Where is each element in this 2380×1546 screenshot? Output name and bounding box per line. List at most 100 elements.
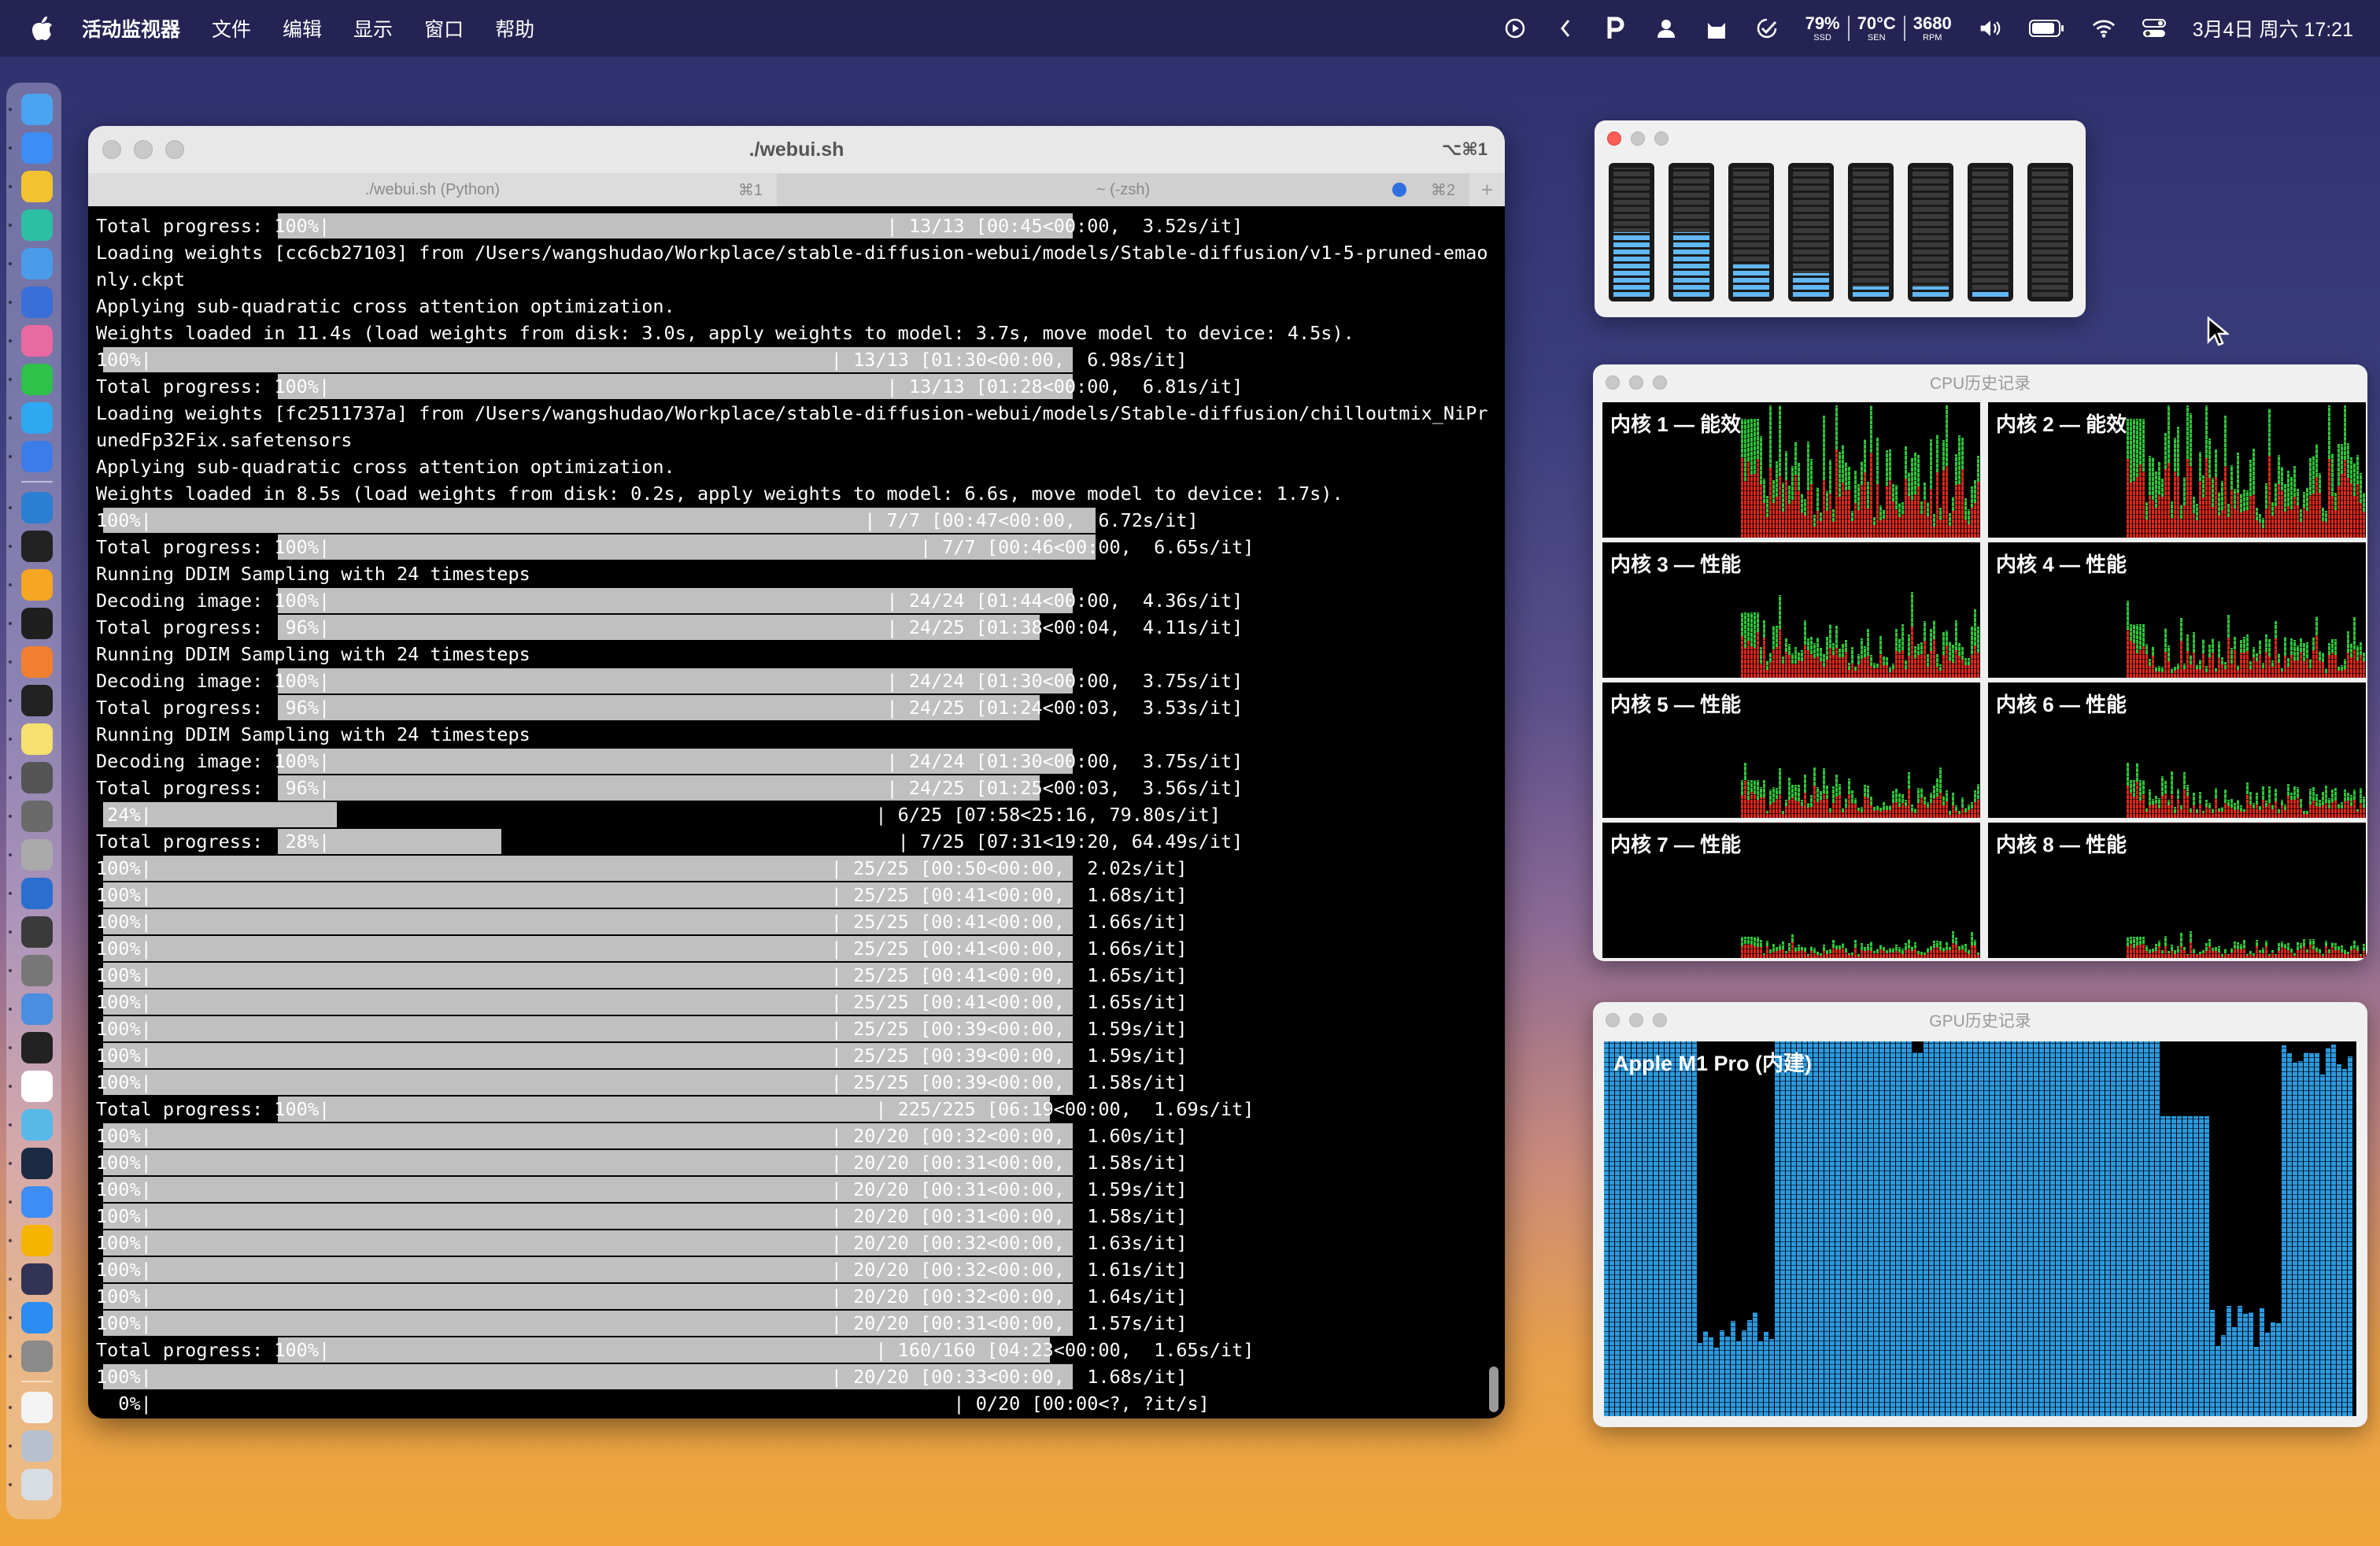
obs-icon[interactable] [9,1263,53,1295]
tv-icon[interactable] [9,1148,53,1179]
photos-icon[interactable] [9,1109,53,1141]
cat-icon[interactable] [1705,17,1728,40]
p-app-icon[interactable] [1604,17,1628,40]
cpu-system-bar [1823,793,1825,818]
simulator-icon[interactable] [9,916,53,948]
preview-icon[interactable] [9,993,53,1025]
cpu-system-bar [1823,480,1825,538]
safari-icon[interactable] [9,132,53,164]
cpu-system-bar [1848,489,1850,538]
cpu-user-bar [2281,941,2283,947]
cpu-user-bar [2312,939,2315,950]
qq-icon[interactable] [9,402,53,434]
add-tab-button[interactable]: + [1469,173,1505,206]
cpu-system-bar [2287,795,2289,818]
tab-webui-python[interactable]: ./webui.sh (Python) ⌘1 [88,173,777,206]
gpu-usage-bar [1720,1330,1724,1416]
menu-view[interactable]: 显示 [353,14,393,43]
chrome-canary-icon[interactable] [9,1225,53,1256]
tab-zsh[interactable]: ~ (-zsh) ⌘2 [777,173,1469,206]
quicktime-icon[interactable] [9,878,53,909]
clock[interactable]: 3月4日 周六 17:21 [2193,14,2353,43]
menu-file[interactable]: 文件 [212,14,251,43]
unity-icon[interactable] [9,1032,53,1063]
launchpad-icon[interactable] [9,325,53,357]
cpu-user-bar [1782,483,1784,512]
menu-help[interactable]: 帮助 [495,14,534,43]
cursor-app-icon[interactable] [9,287,53,318]
cpu-user-bar [2215,788,2217,798]
calculator-icon[interactable] [9,955,53,986]
terminal-output[interactable]: Total progress: 100%| | 13/13 [00:45<00:… [88,206,1505,1418]
system-stats[interactable]: 79% SSD 70°C SEN 3680 RPM [1805,14,1952,43]
control-center-icon[interactable] [2142,17,2166,40]
user-icon[interactable] [1654,17,1678,40]
apple-icon[interactable] [27,13,58,44]
cpu-system-bar [2306,658,2308,678]
cpu-system-bar [2218,656,2220,678]
terminal-scrollbar[interactable] [1489,1367,1499,1412]
menu-window[interactable]: 窗口 [424,14,464,43]
activity-monitor-icon[interactable] [9,608,53,639]
zoom-button[interactable] [165,140,184,159]
finder-icon[interactable] [9,94,53,125]
cpu-user-bar [1769,653,1772,663]
notes-icon[interactable] [9,723,53,755]
minimize-button[interactable] [1631,131,1645,146]
mail-icon[interactable] [9,248,53,279]
play-circle-icon[interactable] [1503,17,1527,40]
menu-app-name[interactable]: 活动监视器 [82,14,180,43]
minimize-button[interactable] [134,140,153,159]
cpu-system-bar [1876,668,1879,678]
terminal-titlebar[interactable]: ./webui.sh ⌥⌘1 [88,126,1505,173]
document-icon[interactable] [9,1392,53,1423]
chrome-icon[interactable] [9,171,53,202]
zoom-button[interactable] [1654,131,1669,146]
cpu-user-bar [2306,949,2308,953]
gpu-usage-bar [1990,1041,1994,1416]
downloads-icon[interactable] [9,1430,53,1462]
instruments-icon[interactable] [9,839,53,871]
check-circle-icon[interactable] [1755,17,1779,40]
cpu-system-bar [2221,509,2223,538]
cpu-system-bar [2256,946,2258,958]
cpu-user-bar [1839,451,1841,497]
network-icon[interactable] [9,1186,53,1218]
close-button[interactable] [102,140,121,159]
cpu-user-bar [2303,492,2305,509]
gpu-usage-bar [2127,1041,2132,1416]
menu-edit[interactable]: 编辑 [283,14,322,43]
books-icon[interactable] [9,646,53,678]
system-settings-icon[interactable] [9,1341,53,1372]
volume-icon[interactable] [1979,17,2002,40]
gpu-usage-bar [2254,1346,2259,1416]
close-button[interactable] [1607,131,1621,146]
cpu-user-bar [2234,636,2236,650]
wifi-icon[interactable] [2092,17,2116,40]
chatgpt-icon[interactable] [9,801,53,832]
cpu-user-bar [2265,483,2267,509]
cpu-system-bar [2309,494,2312,538]
xcode-icon[interactable] [9,441,53,472]
chevron-left-icon[interactable] [1554,17,1577,40]
sequel-icon[interactable] [9,762,53,793]
terminal-line-text: 100%| | 20/20 [00:32<00:00, 1.61s/it] [96,1259,1188,1281]
terminal-icon[interactable] [9,531,53,562]
battery-icon[interactable] [2028,17,2065,40]
cpu-system-bar [2133,796,2135,818]
edge-icon[interactable] [9,209,53,241]
wechat-icon[interactable] [9,364,53,395]
sketch-icon[interactable] [9,569,53,601]
cpu-user-bar [1835,945,1838,950]
trash-icon[interactable] [9,1469,53,1500]
cpu-user-bar [1854,797,1857,804]
figma-icon[interactable] [9,685,53,716]
cpu-system-bar [2297,949,2299,958]
app-store-icon[interactable] [9,1302,53,1333]
gpu-usage-bar [2204,1116,2209,1416]
calendar-icon[interactable] [9,1071,53,1102]
terminal-line-text: Total progress: 100%| | 225/225 [06:19<0… [96,1098,1255,1120]
vscode-icon[interactable] [9,492,53,523]
cpu-system-bar [2136,653,2138,678]
cpu-system-bar [1816,955,1819,958]
